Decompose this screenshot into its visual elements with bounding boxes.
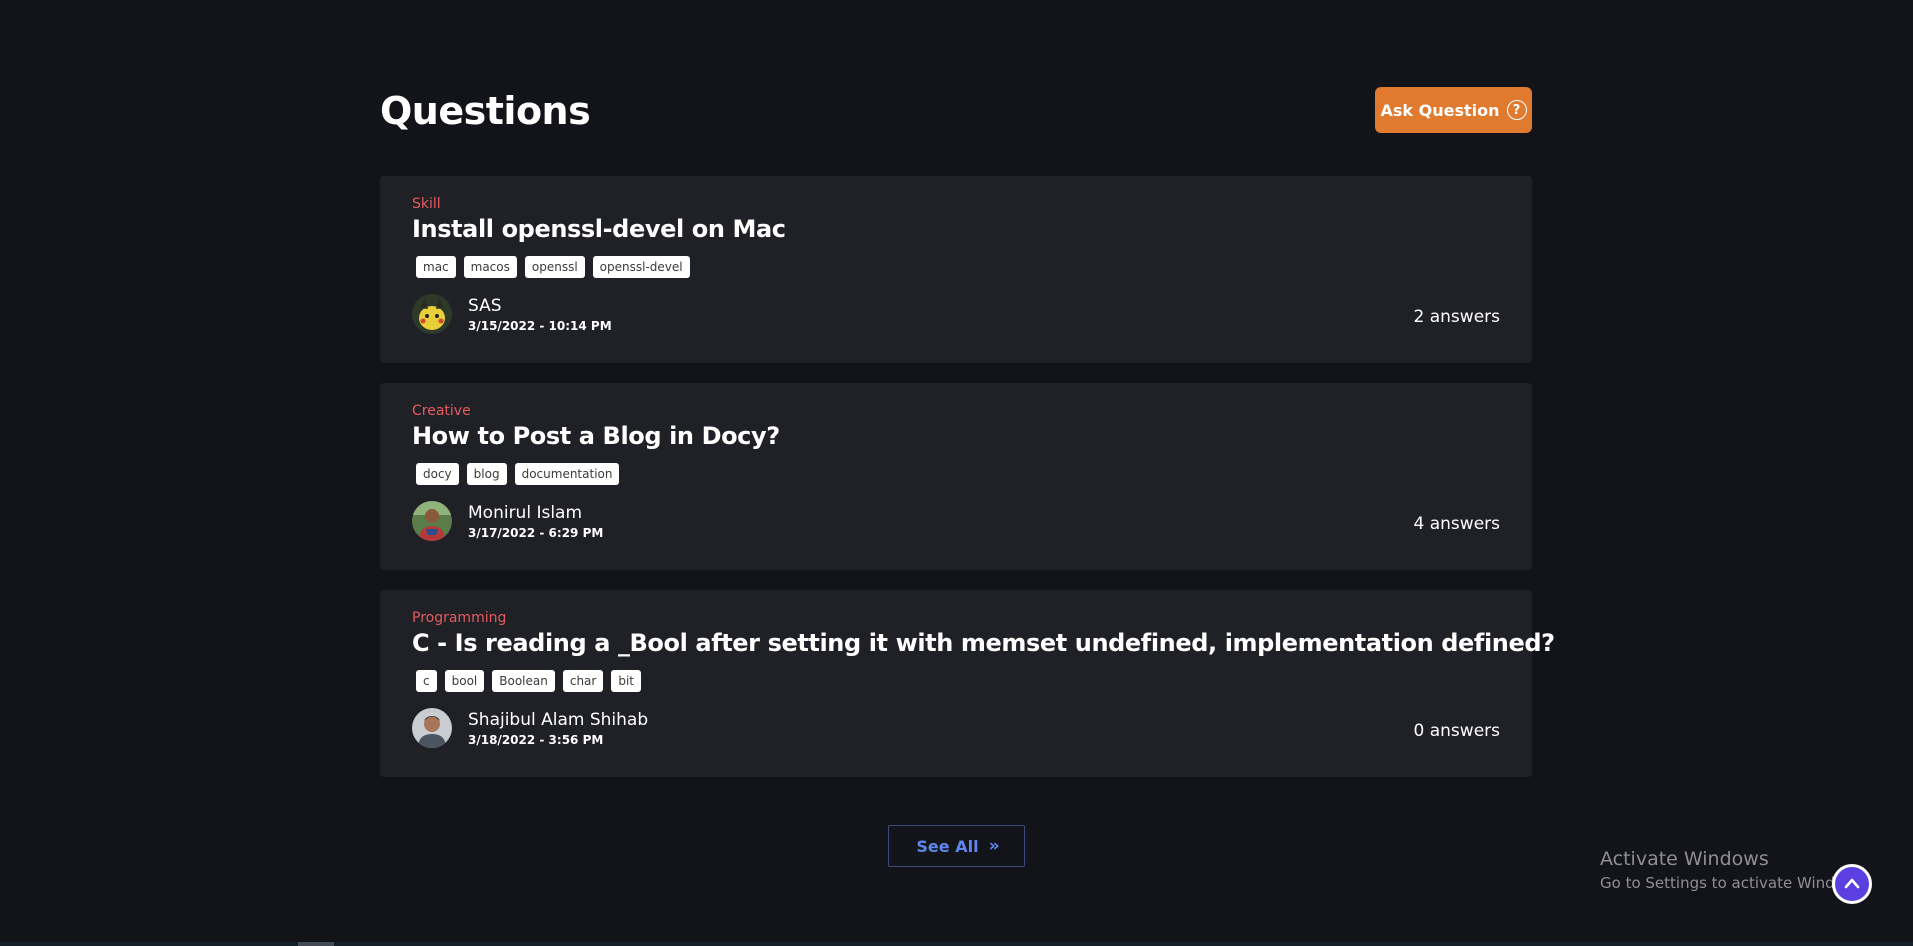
author-name[interactable]: Monirul Islam — [468, 503, 603, 523]
question-category[interactable]: Skill — [412, 196, 441, 212]
question-card[interactable]: Skill Install openssl-devel on Mac mac m… — [380, 176, 1532, 363]
tag[interactable]: docy — [416, 463, 459, 485]
answer-count: 4 answers — [1413, 514, 1500, 534]
question-category[interactable]: Programming — [412, 610, 506, 626]
tag-list: mac macos openssl openssl-devel — [416, 256, 690, 278]
author-name[interactable]: SAS — [468, 296, 612, 316]
tag[interactable]: Boolean — [492, 670, 555, 692]
watermark-subtitle: Go to Settings to activate Windows. — [1600, 874, 1869, 892]
question-card[interactable]: Programming C - Is reading a _Bool after… — [380, 590, 1555, 777]
tag[interactable]: openssl-devel — [592, 256, 690, 278]
see-all-button[interactable]: See All ›› — [888, 825, 1025, 867]
watermark-title: Activate Windows — [1600, 848, 1769, 870]
tag[interactable]: c — [416, 670, 437, 692]
tag[interactable]: openssl — [524, 256, 585, 278]
question-author: Monirul Islam 3/17/2022 - 6:29 PM — [412, 501, 603, 541]
author-info: SAS 3/15/2022 - 10:14 PM — [468, 296, 612, 333]
question-card[interactable]: Creative How to Post a Blog in Docy? doc… — [380, 383, 1532, 570]
avatar — [412, 708, 452, 748]
tag[interactable]: macos — [463, 256, 517, 278]
chevron-up-icon — [1844, 878, 1860, 889]
bottom-strip — [0, 942, 1913, 946]
activate-windows-watermark: Activate Windows Go to Settings to activ… — [1600, 848, 1869, 892]
author-info: Monirul Islam 3/17/2022 - 6:29 PM — [468, 503, 603, 540]
author-name[interactable]: Shajibul Alam Shihab — [468, 710, 648, 730]
ask-question-label: Ask Question — [1380, 100, 1500, 120]
tag[interactable]: bit — [611, 670, 641, 692]
question-title[interactable]: How to Post a Blog in Docy? — [412, 422, 780, 450]
tag[interactable]: bool — [444, 670, 485, 692]
author-info: Shajibul Alam Shihab 3/18/2022 - 3:56 PM — [468, 710, 648, 747]
question-circle-icon: ? — [1506, 100, 1527, 120]
question-category[interactable]: Creative — [412, 403, 471, 419]
tag[interactable]: documentation — [514, 463, 620, 485]
avatar — [412, 294, 452, 334]
answer-count: 0 answers — [1413, 721, 1500, 741]
page-header: Questions Ask Question ? — [380, 86, 1532, 136]
question-date: 3/15/2022 - 10:14 PM — [468, 318, 612, 333]
questions-page: Questions Ask Question ? Skill Install o… — [0, 0, 1913, 946]
tag-list: docy blog documentation — [416, 463, 620, 485]
scrollbar-thumb[interactable] — [298, 942, 334, 946]
tag-list: c bool Boolean char bit — [416, 670, 641, 692]
tag[interactable]: mac — [416, 256, 456, 278]
question-date: 3/17/2022 - 6:29 PM — [468, 525, 604, 540]
question-date: 3/18/2022 - 3:56 PM — [468, 732, 604, 747]
answer-count: 2 answers — [1413, 307, 1500, 327]
avatar — [412, 501, 452, 541]
question-title[interactable]: Install openssl-devel on Mac — [412, 215, 786, 243]
tag[interactable]: char — [562, 670, 604, 692]
question-author: SAS 3/15/2022 - 10:14 PM — [412, 294, 612, 334]
question-title[interactable]: C - Is reading a _Bool after setting it … — [412, 629, 1555, 657]
ask-question-button[interactable]: Ask Question ? — [1375, 87, 1532, 133]
tag[interactable]: blog — [466, 463, 507, 485]
question-author: Shajibul Alam Shihab 3/18/2022 - 3:56 PM — [412, 708, 648, 748]
double-chevron-right-icon: ›› — [988, 836, 1000, 856]
scroll-to-top-button[interactable] — [1832, 864, 1872, 904]
see-all-label: See All — [916, 836, 979, 856]
page-title: Questions — [380, 89, 591, 133]
